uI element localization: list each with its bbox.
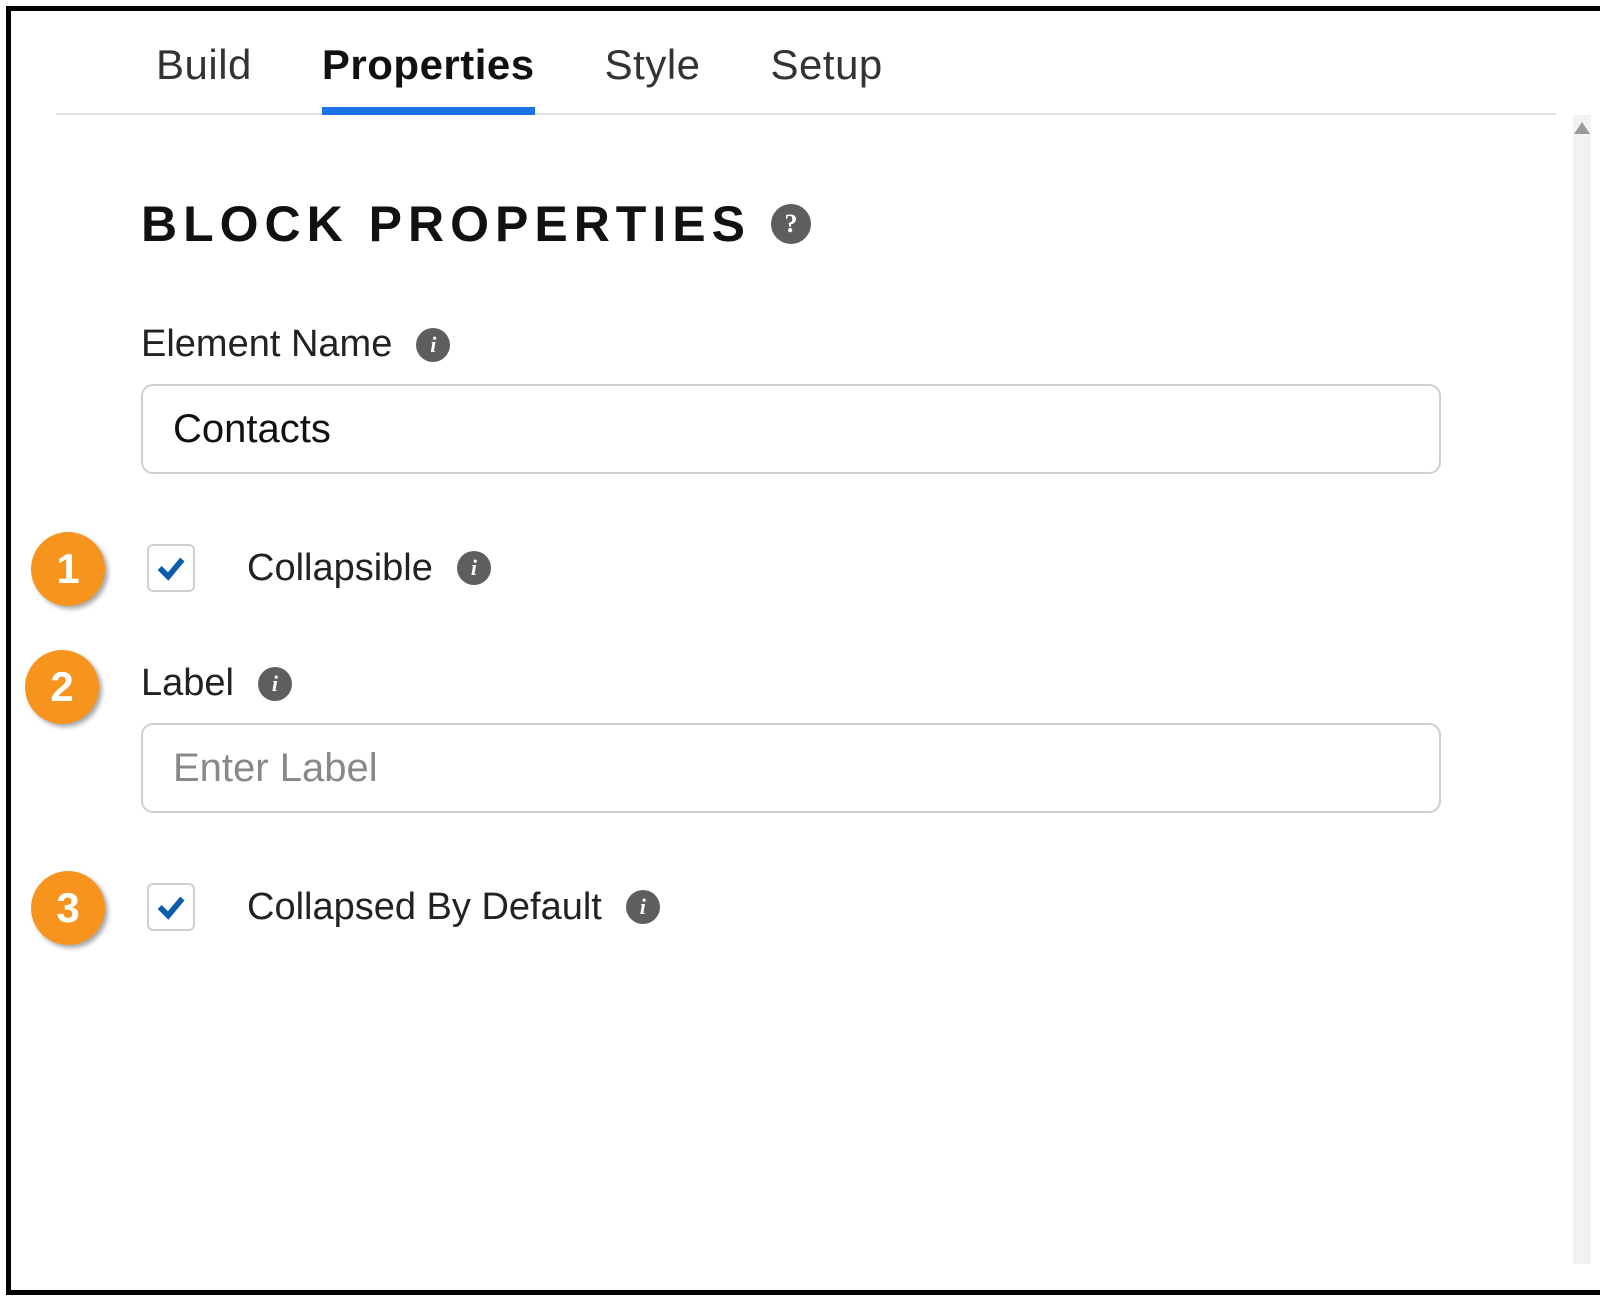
scrollbar-up-icon[interactable] [1573, 115, 1591, 141]
info-icon[interactable]: i [457, 551, 491, 585]
element-name-label: Element Name [141, 323, 392, 366]
label-input[interactable] [141, 723, 1441, 813]
element-name-label-row: Element Name i [141, 323, 1441, 366]
check-icon [154, 890, 188, 924]
info-icon[interactable]: i [626, 890, 660, 924]
label-label: Label [141, 662, 234, 705]
info-icon[interactable]: i [416, 328, 450, 362]
field-collapsible: 1 Collapsible i [147, 544, 1441, 592]
callout-2: 2 [25, 650, 99, 724]
scrollbar[interactable] [1573, 115, 1591, 1264]
collapsed-by-default-label-row: Collapsed By Default i [247, 886, 660, 929]
info-icon[interactable]: i [258, 667, 292, 701]
collapsible-label-row: Collapsible i [247, 547, 491, 590]
tab-build[interactable]: Build [156, 41, 252, 115]
tab-bar: Build Properties Style Setup [56, 11, 1556, 115]
collapsed-by-default-label: Collapsed By Default [247, 886, 602, 929]
callout-3: 3 [31, 871, 105, 945]
help-icon[interactable]: ? [771, 204, 811, 244]
section-heading-row: BLOCK PROPERTIES ? [141, 195, 1441, 253]
element-name-input[interactable] [141, 384, 1441, 474]
tab-setup[interactable]: Setup [771, 41, 883, 115]
field-collapsed-by-default: 3 Collapsed By Default i [147, 883, 1441, 931]
collapsible-checkbox[interactable] [147, 544, 195, 592]
tab-style[interactable]: Style [605, 41, 701, 115]
label-row: Label i [141, 662, 1441, 705]
check-icon [154, 551, 188, 585]
field-element-name: Element Name i [141, 323, 1441, 474]
callout-1: 1 [31, 532, 105, 606]
collapsible-label: Collapsible [247, 547, 433, 590]
section-heading: BLOCK PROPERTIES [141, 195, 751, 253]
panel-content: BLOCK PROPERTIES ? Element Name i 1 Coll… [11, 115, 1571, 931]
collapsed-by-default-checkbox[interactable] [147, 883, 195, 931]
tab-properties[interactable]: Properties [322, 41, 535, 115]
field-label: 2 Label i [141, 662, 1441, 813]
properties-panel-window: Build Properties Style Setup BLOCK PROPE… [6, 6, 1600, 1295]
scroll-area: BLOCK PROPERTIES ? Element Name i 1 Coll… [11, 115, 1571, 1264]
